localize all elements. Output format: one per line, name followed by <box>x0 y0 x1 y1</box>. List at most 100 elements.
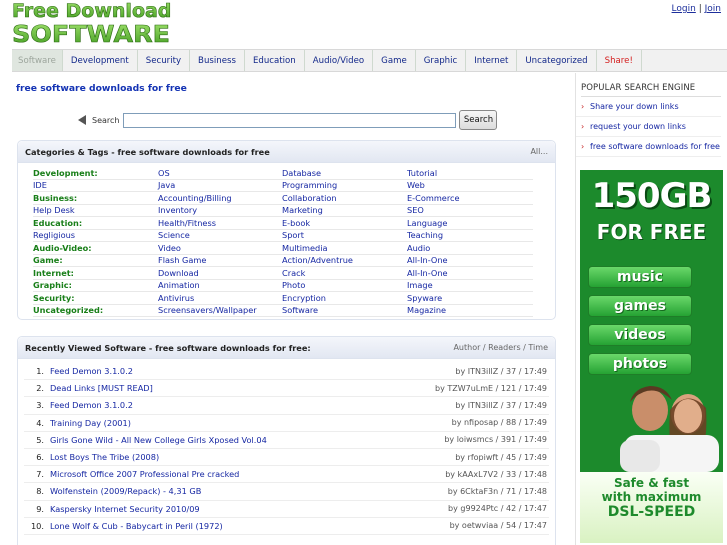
tab-business[interactable]: Business <box>190 50 245 71</box>
category-heading[interactable]: Education: <box>33 218 158 228</box>
category-tag[interactable]: Spyware <box>407 293 533 303</box>
category-tag[interactable]: Multimedia <box>282 243 407 253</box>
ad-videos-button[interactable]: videos <box>588 324 692 346</box>
category-tag[interactable]: Health/Fitness <box>158 218 282 228</box>
category-tag[interactable]: E-book <box>282 218 407 228</box>
category-tag[interactable]: Screensavers/Wallpaper <box>158 305 282 315</box>
all-categories-link[interactable]: All... <box>530 147 548 156</box>
category-tag[interactable]: OS <box>158 168 282 178</box>
list-item: 3. Feed Demon 3.1.0.2 by ITN3illZ / 37 / 1… <box>24 397 549 415</box>
ad-music-button[interactable]: music <box>588 266 692 288</box>
logo-line1: Free Download <box>12 0 171 22</box>
advertisement-banner[interactable]: 150GB FOR FREE music games videos photos… <box>580 170 723 543</box>
item-title-link[interactable]: Feed Demon 3.1.0.2 <box>50 366 455 376</box>
category-heading[interactable]: Security: <box>33 293 158 303</box>
item-number: 5. <box>36 434 44 445</box>
tab-education[interactable]: Education <box>245 50 305 71</box>
tab-graphic[interactable]: Graphic <box>416 50 467 71</box>
item-title-link[interactable]: Lone Wolf & Cub - Babycart in Peril (197… <box>50 521 450 531</box>
tab-internet[interactable]: Internet <box>466 50 518 71</box>
category-tag[interactable]: Language <box>407 218 533 228</box>
category-tag[interactable]: Animation <box>158 280 282 290</box>
category-tag[interactable]: Database <box>282 168 407 178</box>
category-tag[interactable]: Image <box>407 280 533 290</box>
arrow-right-icon: › <box>581 122 585 131</box>
item-title-link[interactable]: Girls Gone Wild - All New College Girls … <box>50 435 444 445</box>
tab-software[interactable]: Software <box>12 50 63 71</box>
search-input[interactable] <box>123 112 457 128</box>
category-tag[interactable]: Collaboration <box>282 193 407 203</box>
item-number: 10. <box>30 520 44 531</box>
category-tag[interactable]: Download <box>158 268 282 278</box>
category-tag[interactable]: Antivirus <box>158 293 282 303</box>
category-tag[interactable]: Flash Game <box>158 255 282 265</box>
site-logo[interactable]: Free Download SOFTWARE <box>10 0 174 45</box>
category-tag[interactable]: Software <box>282 305 407 315</box>
tab-uncategorized[interactable]: Uncategorized <box>517 50 597 71</box>
item-meta: by ITN3illZ / 37 / 17:49 <box>455 366 547 376</box>
category-tag[interactable]: Science <box>158 230 282 240</box>
category-tag[interactable]: Teaching <box>407 230 533 240</box>
category-tag[interactable]: Action/Adventrue <box>282 255 407 265</box>
category-tag[interactable]: Web <box>407 180 533 190</box>
sidebar-item-free-software[interactable]: › free software downloads for free <box>576 137 721 157</box>
sidebar-item-share-links[interactable]: › Share your down links <box>576 97 721 117</box>
category-tag[interactable]: Java <box>158 180 282 190</box>
category-tag[interactable]: Encryption <box>282 293 407 303</box>
tab-share[interactable]: Share! <box>597 50 642 71</box>
category-heading[interactable]: Internet: <box>33 268 158 278</box>
item-title-link[interactable]: Dead Links [MUST READ] <box>50 383 435 393</box>
ad-games-button[interactable]: games <box>588 295 692 317</box>
sidebar-item-request-links[interactable]: › request your down links <box>576 117 721 137</box>
tab-security[interactable]: Security <box>138 50 191 71</box>
category-tag[interactable]: Photo <box>282 280 407 290</box>
category-row: Help Desk Inventory Marketing SEO <box>33 205 533 217</box>
item-meta: by TZW7uLmE / 121 / 17:49 <box>435 383 547 393</box>
category-tag[interactable]: IDE <box>33 180 158 190</box>
category-tag[interactable]: Programming <box>282 180 407 190</box>
category-heading[interactable]: Uncategorized: <box>33 305 158 315</box>
category-tag[interactable]: Tutorial <box>407 168 533 178</box>
ad-tagline-band: Safe & fast with maximum DSL-SPEED <box>580 472 723 543</box>
category-tag[interactable]: All-In-One <box>407 255 533 265</box>
category-tag[interactable]: Marketing <box>282 205 407 215</box>
tab-audio-video[interactable]: Audio/Video <box>305 50 374 71</box>
category-tag[interactable]: Accounting/Billing <box>158 193 282 203</box>
category-row: IDE Java Programming Web <box>33 180 533 192</box>
recent-list: 1. Feed Demon 3.1.0.2 by ITN3illZ / 37 / 1… <box>24 363 549 535</box>
item-title-link[interactable]: Training Day (2001) <box>50 418 452 428</box>
search-button[interactable]: Search <box>459 110 498 130</box>
category-tag[interactable]: Magazine <box>407 305 533 315</box>
category-tag[interactable]: Video <box>158 243 282 253</box>
tab-development[interactable]: Development <box>63 50 138 71</box>
item-title-link[interactable]: Wolfenstein (2009/Repack) - 4,31 GB <box>50 486 448 496</box>
category-heading[interactable]: Game: <box>33 255 158 265</box>
ad-photos-button[interactable]: photos <box>588 353 692 375</box>
category-tag[interactable]: Audio <box>407 243 533 253</box>
category-heading[interactable]: Graphic: <box>33 280 158 290</box>
item-number: 7. <box>36 469 44 480</box>
category-heading[interactable]: Development: <box>33 168 158 178</box>
join-link[interactable]: Join <box>705 4 721 14</box>
category-tag[interactable]: Crack <box>282 268 407 278</box>
category-heading[interactable]: Business: <box>33 193 158 203</box>
login-link[interactable]: Login <box>672 4 696 14</box>
category-tag[interactable]: Inventory <box>158 205 282 215</box>
arrow-right-icon: › <box>581 102 585 111</box>
item-title-link[interactable]: Kaspersky Internet Security 2010/09 <box>50 504 448 514</box>
search-icon <box>78 115 86 125</box>
category-tag[interactable]: Regligious <box>33 230 158 240</box>
category-tag[interactable]: SEO <box>407 205 533 215</box>
category-heading[interactable]: Audio-Video: <box>33 243 158 253</box>
item-title-link[interactable]: Microsoft Office 2007 Professional Pre c… <box>50 469 445 479</box>
item-title-link[interactable]: Lost Boys The Tribe (2008) <box>50 452 455 462</box>
category-tag[interactable]: All-In-One <box>407 268 533 278</box>
item-number: 4. <box>36 417 44 428</box>
category-tag[interactable]: Help Desk <box>33 205 158 215</box>
item-number: 8. <box>36 486 44 497</box>
item-title-link[interactable]: Feed Demon 3.1.0.2 <box>50 400 455 410</box>
tab-game[interactable]: Game <box>373 50 416 71</box>
item-number: 3. <box>36 400 44 411</box>
category-tag[interactable]: Sport <box>282 230 407 240</box>
category-tag[interactable]: E-Commerce <box>407 193 533 203</box>
